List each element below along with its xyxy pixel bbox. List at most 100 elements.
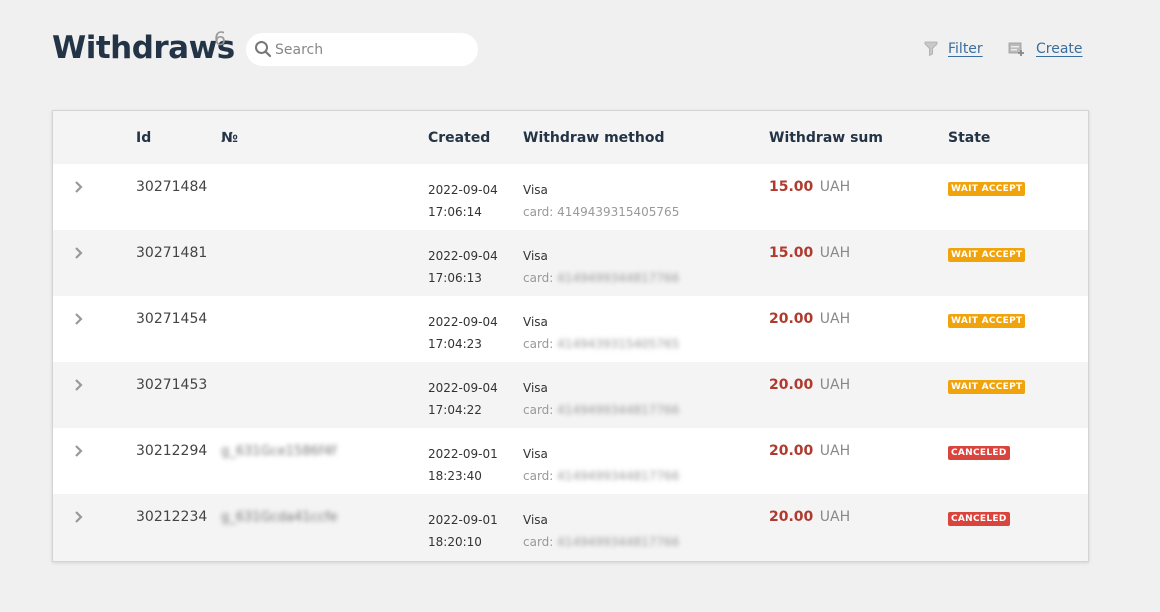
cell-created: 2022-09-04 17:04:22: [428, 377, 498, 421]
card-label: card:: [523, 403, 554, 417]
filter-label[interactable]: Filter: [948, 41, 983, 57]
withdraws-table: Id № Created Withdraw method Withdraw su…: [52, 110, 1089, 562]
column-header-withdraw-sum[interactable]: Withdraw sum: [769, 130, 883, 146]
chevron-right-icon[interactable]: [73, 180, 85, 194]
search-input[interactable]: [275, 39, 470, 60]
status-badge: WAIT ACCEPT: [948, 314, 1026, 328]
created-time: 17:04:22: [428, 403, 482, 417]
status-badge: CANCELED: [948, 446, 1010, 460]
cell-number: g_631Gcda41ccfe: [221, 510, 338, 525]
create-label[interactable]: Create: [1036, 41, 1083, 57]
status-badge: CANCELED: [948, 512, 1010, 526]
table-row[interactable]: 30212294 g_631Gce1586f4f 2022-09-01 18:23:4…: [53, 428, 1088, 494]
card-label: card:: [523, 535, 554, 549]
method-name: Visa: [523, 513, 548, 527]
card-number: 4149499344817766: [557, 469, 680, 483]
chevron-right-icon[interactable]: [73, 510, 85, 524]
created-date: 2022-09-01: [428, 447, 498, 461]
created-time: 18:20:10: [428, 535, 482, 549]
column-header-created[interactable]: Created: [428, 130, 490, 146]
created-date: 2022-09-04: [428, 381, 498, 395]
cell-withdraw-sum: 20.00 UAH: [769, 509, 850, 525]
card-number: 4149499344817766: [557, 271, 680, 285]
chevron-right-icon[interactable]: [73, 444, 85, 458]
created-date: 2022-09-04: [428, 183, 498, 197]
cell-id: 30212294: [136, 443, 208, 459]
cell-created: 2022-09-01 18:20:10: [428, 509, 498, 553]
cell-withdraw-method: Visa card: 4149499344817766: [523, 245, 679, 289]
cell-withdraw-method: Visa card: 4149499344817766: [523, 443, 679, 487]
card-number: 4149499344817766: [557, 535, 680, 549]
card-label: card:: [523, 469, 554, 483]
created-time: 17:04:23: [428, 337, 482, 351]
method-name: Visa: [523, 249, 548, 263]
card-number: 4149439315405765: [557, 205, 680, 219]
sum-currency: UAH: [819, 179, 851, 195]
created-date: 2022-09-04: [428, 315, 498, 329]
status-badge: WAIT ACCEPT: [948, 182, 1026, 196]
table-row[interactable]: 30271481 2022-09-04 17:06:13 Visa card: 4149…: [53, 230, 1088, 296]
sum-amount: 20.00: [769, 311, 814, 327]
cell-created: 2022-09-01 18:23:40: [428, 443, 498, 487]
funnel-icon: [924, 41, 938, 57]
table-header: Id № Created Withdraw method Withdraw su…: [53, 111, 1088, 164]
cell-id: 30271484: [136, 179, 208, 195]
cell-withdraw-method: Visa card: 4149439315405765: [523, 311, 679, 355]
sum-amount: 15.00: [769, 245, 814, 261]
sum-currency: UAH: [819, 245, 851, 261]
created-time: 18:23:40: [428, 469, 482, 483]
cell-id: 30271481: [136, 245, 208, 261]
created-date: 2022-09-01: [428, 513, 498, 527]
cell-withdraw-method: Visa card: 4149499344817766: [523, 377, 679, 421]
filter-button[interactable]: Filter: [924, 38, 983, 60]
method-name: Visa: [523, 315, 548, 329]
cell-withdraw-method: Visa card: 4149499344817766: [523, 509, 679, 553]
created-date: 2022-09-04: [428, 249, 498, 263]
sum-amount: 20.00: [769, 509, 814, 525]
method-name: Visa: [523, 183, 548, 197]
cell-id: 30271454: [136, 311, 208, 327]
method-name: Visa: [523, 447, 548, 461]
card-label: card:: [523, 271, 554, 285]
sum-currency: UAH: [819, 509, 851, 525]
cell-withdraw-sum: 20.00 UAH: [769, 377, 850, 393]
card-label: card:: [523, 337, 554, 351]
record-count: 6: [214, 28, 227, 50]
create-button[interactable]: Create: [1008, 38, 1083, 60]
column-header-id[interactable]: Id: [136, 130, 151, 146]
cell-withdraw-sum: 20.00 UAH: [769, 311, 850, 327]
status-badge: WAIT ACCEPT: [948, 248, 1026, 262]
table-row[interactable]: 30212234 g_631Gcda41ccfe 2022-09-01 18:20:1…: [53, 494, 1088, 560]
sum-currency: UAH: [819, 311, 851, 327]
status-badge: WAIT ACCEPT: [948, 380, 1026, 394]
chevron-right-icon[interactable]: [73, 378, 85, 392]
chevron-right-icon[interactable]: [73, 246, 85, 260]
card-number: 4149499344817766: [557, 403, 680, 417]
page-title: Withdraws: [52, 30, 235, 66]
cell-created: 2022-09-04 17:04:23: [428, 311, 498, 355]
chevron-right-icon[interactable]: [73, 312, 85, 326]
table-row[interactable]: 30271454 2022-09-04 17:04:23 Visa card: 4149…: [53, 296, 1088, 362]
card-label: card:: [523, 205, 554, 219]
table-row[interactable]: 30271453 2022-09-04 17:04:22 Visa card: 4149…: [53, 362, 1088, 428]
cell-withdraw-sum: 15.00 UAH: [769, 179, 850, 195]
column-header-number[interactable]: №: [221, 130, 238, 146]
search-box[interactable]: [246, 33, 478, 66]
column-header-withdraw-method[interactable]: Withdraw method: [523, 130, 664, 146]
page-header: Withdraws 6 Filter Create: [0, 0, 1160, 100]
sum-amount: 20.00: [769, 443, 814, 459]
cell-created: 2022-09-04 17:06:14: [428, 179, 498, 223]
create-icon: [1008, 42, 1024, 56]
cell-withdraw-sum: 20.00 UAH: [769, 443, 850, 459]
created-time: 17:06:14: [428, 205, 482, 219]
column-header-state[interactable]: State: [948, 130, 990, 146]
sum-currency: UAH: [819, 377, 851, 393]
sum-currency: UAH: [819, 443, 851, 459]
cell-withdraw-sum: 15.00 UAH: [769, 245, 850, 261]
created-time: 17:06:13: [428, 271, 482, 285]
cell-created: 2022-09-04 17:06:13: [428, 245, 498, 289]
cell-id: 30212234: [136, 509, 208, 525]
table-row[interactable]: 30271484 2022-09-04 17:06:14 Visa card: 4149…: [53, 164, 1088, 230]
search-icon: [255, 41, 272, 58]
cell-number: g_631Gce1586f4f: [221, 444, 337, 459]
